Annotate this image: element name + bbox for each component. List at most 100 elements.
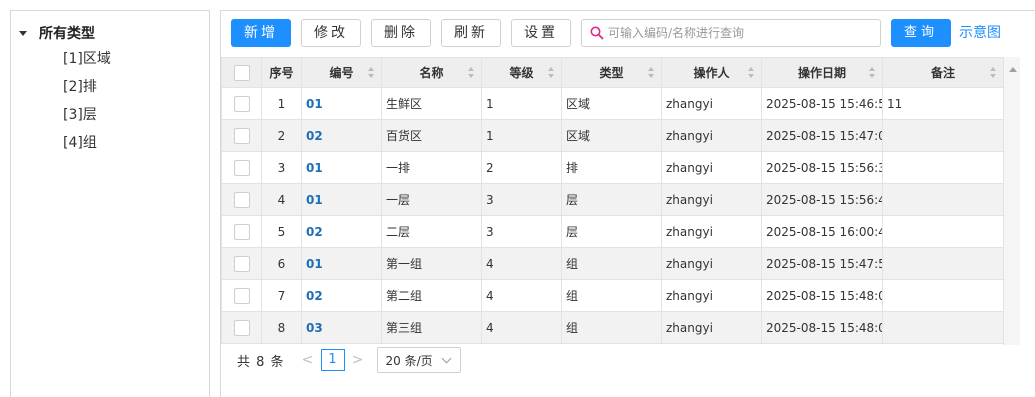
table-row[interactable]: 5 02 二层 3 层 zhangyi 2025-08-15 16:00:43 [221, 215, 1004, 248]
cell-name: 第三组 [381, 311, 482, 344]
cell-seq: 8 [261, 311, 302, 344]
search-input[interactable] [608, 21, 880, 45]
row-select-cell [221, 279, 262, 312]
row-checkbox[interactable] [233, 255, 250, 272]
cell-operator: zhangyi [661, 279, 762, 312]
cell-name: 二层 [381, 215, 482, 248]
table-row[interactable]: 2 02 百货区 1 区域 zhangyi 2025-08-15 15:47:0… [221, 119, 1004, 152]
refresh-button[interactable]: 刷新 [441, 19, 501, 47]
header-level[interactable]: 等级 [481, 57, 562, 88]
cell-name: 第一组 [381, 247, 482, 280]
cell-type: 区域 [561, 119, 662, 152]
header-operator[interactable]: 操作人 [661, 57, 762, 88]
caret-down-icon[interactable] [19, 31, 27, 36]
cell-seq: 6 [261, 247, 302, 280]
sort-icon[interactable] [648, 67, 655, 79]
table-row[interactable]: 8 03 第三组 4 组 zhangyi 2025-08-15 15:48:08 [221, 311, 1004, 344]
table-row[interactable]: 3 01 一排 2 排 zhangyi 2025-08-15 15:56:32 [221, 151, 1004, 184]
row-checkbox[interactable] [233, 191, 250, 208]
cell-seq: 5 [261, 215, 302, 248]
row-select-cell [221, 151, 262, 184]
scroll-up-arrow-icon[interactable] [1009, 67, 1017, 72]
cell-operator: zhangyi [661, 119, 762, 152]
cell-code[interactable]: 01 [301, 183, 382, 216]
sort-icon[interactable] [548, 67, 555, 79]
cell-type: 排 [561, 151, 662, 184]
cell-name: 一排 [381, 151, 482, 184]
page-size-value: 20 条/页 [385, 353, 433, 368]
row-checkbox[interactable] [233, 95, 250, 112]
cell-remark: 11 [882, 87, 1004, 120]
tree-node-area[interactable]: [1]区域 [63, 49, 111, 77]
add-button[interactable]: 新增 [231, 19, 291, 47]
cell-code[interactable]: 02 [301, 119, 382, 152]
sort-icon[interactable] [869, 67, 876, 79]
tree-node-group[interactable]: [4]组 [63, 133, 111, 161]
table-header-row: 序号 编号 名称 等级 类型 操作人 操作日期 备注 [221, 57, 1004, 88]
row-checkbox[interactable] [233, 127, 250, 144]
row-select-cell [221, 247, 262, 280]
cell-code[interactable]: 01 [301, 87, 382, 120]
tree-root-node[interactable]: 所有类型 [19, 23, 95, 43]
delete-button[interactable]: 删除 [371, 19, 431, 47]
cell-code[interactable]: 01 [301, 151, 382, 184]
tree-node-layer[interactable]: [3]层 [63, 105, 111, 133]
cell-remark [882, 311, 1004, 344]
cell-name: 一层 [381, 183, 482, 216]
header-date[interactable]: 操作日期 [761, 57, 883, 88]
row-select-cell [221, 215, 262, 248]
cell-operator: zhangyi [661, 247, 762, 280]
sort-icon[interactable] [368, 67, 375, 79]
sort-icon[interactable] [990, 67, 997, 79]
cell-name: 百货区 [381, 119, 482, 152]
edit-button[interactable]: 修改 [301, 19, 361, 47]
diagram-link[interactable]: 示意图 [959, 19, 1001, 47]
cell-level: 3 [481, 183, 562, 216]
pager-total: 共 8 条 [237, 354, 285, 370]
cell-code[interactable]: 03 [301, 311, 382, 344]
cell-level: 4 [481, 279, 562, 312]
query-button[interactable]: 查询 [891, 19, 951, 47]
cell-remark [882, 215, 1004, 248]
row-select-cell [221, 183, 262, 216]
cell-seq: 3 [261, 151, 302, 184]
page-size-select[interactable]: 20 条/页 [376, 347, 461, 373]
header-type[interactable]: 类型 [561, 57, 662, 88]
header-name-label: 名称 [419, 66, 444, 80]
vertical-scrollbar[interactable] [1003, 57, 1020, 345]
cell-operator: zhangyi [661, 215, 762, 248]
pager-current-page[interactable]: 1 [320, 349, 345, 371]
row-checkbox[interactable] [233, 223, 250, 240]
sort-icon[interactable] [468, 67, 475, 79]
pager-next-button[interactable]: > [349, 352, 367, 368]
cell-seq: 2 [261, 119, 302, 152]
cell-code[interactable]: 02 [301, 215, 382, 248]
row-checkbox[interactable] [233, 159, 250, 176]
cell-code[interactable]: 01 [301, 247, 382, 280]
select-all-checkbox[interactable] [233, 64, 250, 81]
cell-type: 层 [561, 215, 662, 248]
header-remark[interactable]: 备注 [882, 57, 1004, 88]
cell-code[interactable]: 02 [301, 279, 382, 312]
table-row[interactable]: 7 02 第二组 4 组 zhangyi 2025-08-15 15:48:00 [221, 279, 1004, 312]
row-checkbox[interactable] [233, 287, 250, 304]
cell-remark [882, 279, 1004, 312]
header-date-label: 操作日期 [797, 66, 846, 80]
table-row[interactable]: 1 01 生鲜区 1 区域 zhangyi 2025-08-15 15:46:5… [221, 87, 1004, 120]
pager-prev-button[interactable]: < [299, 352, 317, 368]
cell-seq: 1 [261, 87, 302, 120]
tree-node-row[interactable]: [2]排 [63, 77, 111, 105]
table-row[interactable]: 6 01 第一组 4 组 zhangyi 2025-08-15 15:47:52 [221, 247, 1004, 280]
main-panel: 新增 修改 删除 刷新 设置 查询 示意图 [220, 10, 1035, 397]
table-row[interactable]: 4 01 一层 3 层 zhangyi 2025-08-15 15:56:44 [221, 183, 1004, 216]
row-select-cell [221, 119, 262, 152]
cell-type: 组 [561, 279, 662, 312]
settings-button[interactable]: 设置 [511, 19, 571, 47]
sort-icon[interactable] [748, 67, 755, 79]
header-name[interactable]: 名称 [381, 57, 482, 88]
data-table-wrap: 序号 编号 名称 等级 类型 操作人 操作日期 备注 1 01 生鲜区 1 区域… [221, 57, 1035, 345]
cell-name: 生鲜区 [381, 87, 482, 120]
row-checkbox[interactable] [233, 319, 250, 336]
header-code[interactable]: 编号 [301, 57, 382, 88]
cell-level: 1 [481, 87, 562, 120]
